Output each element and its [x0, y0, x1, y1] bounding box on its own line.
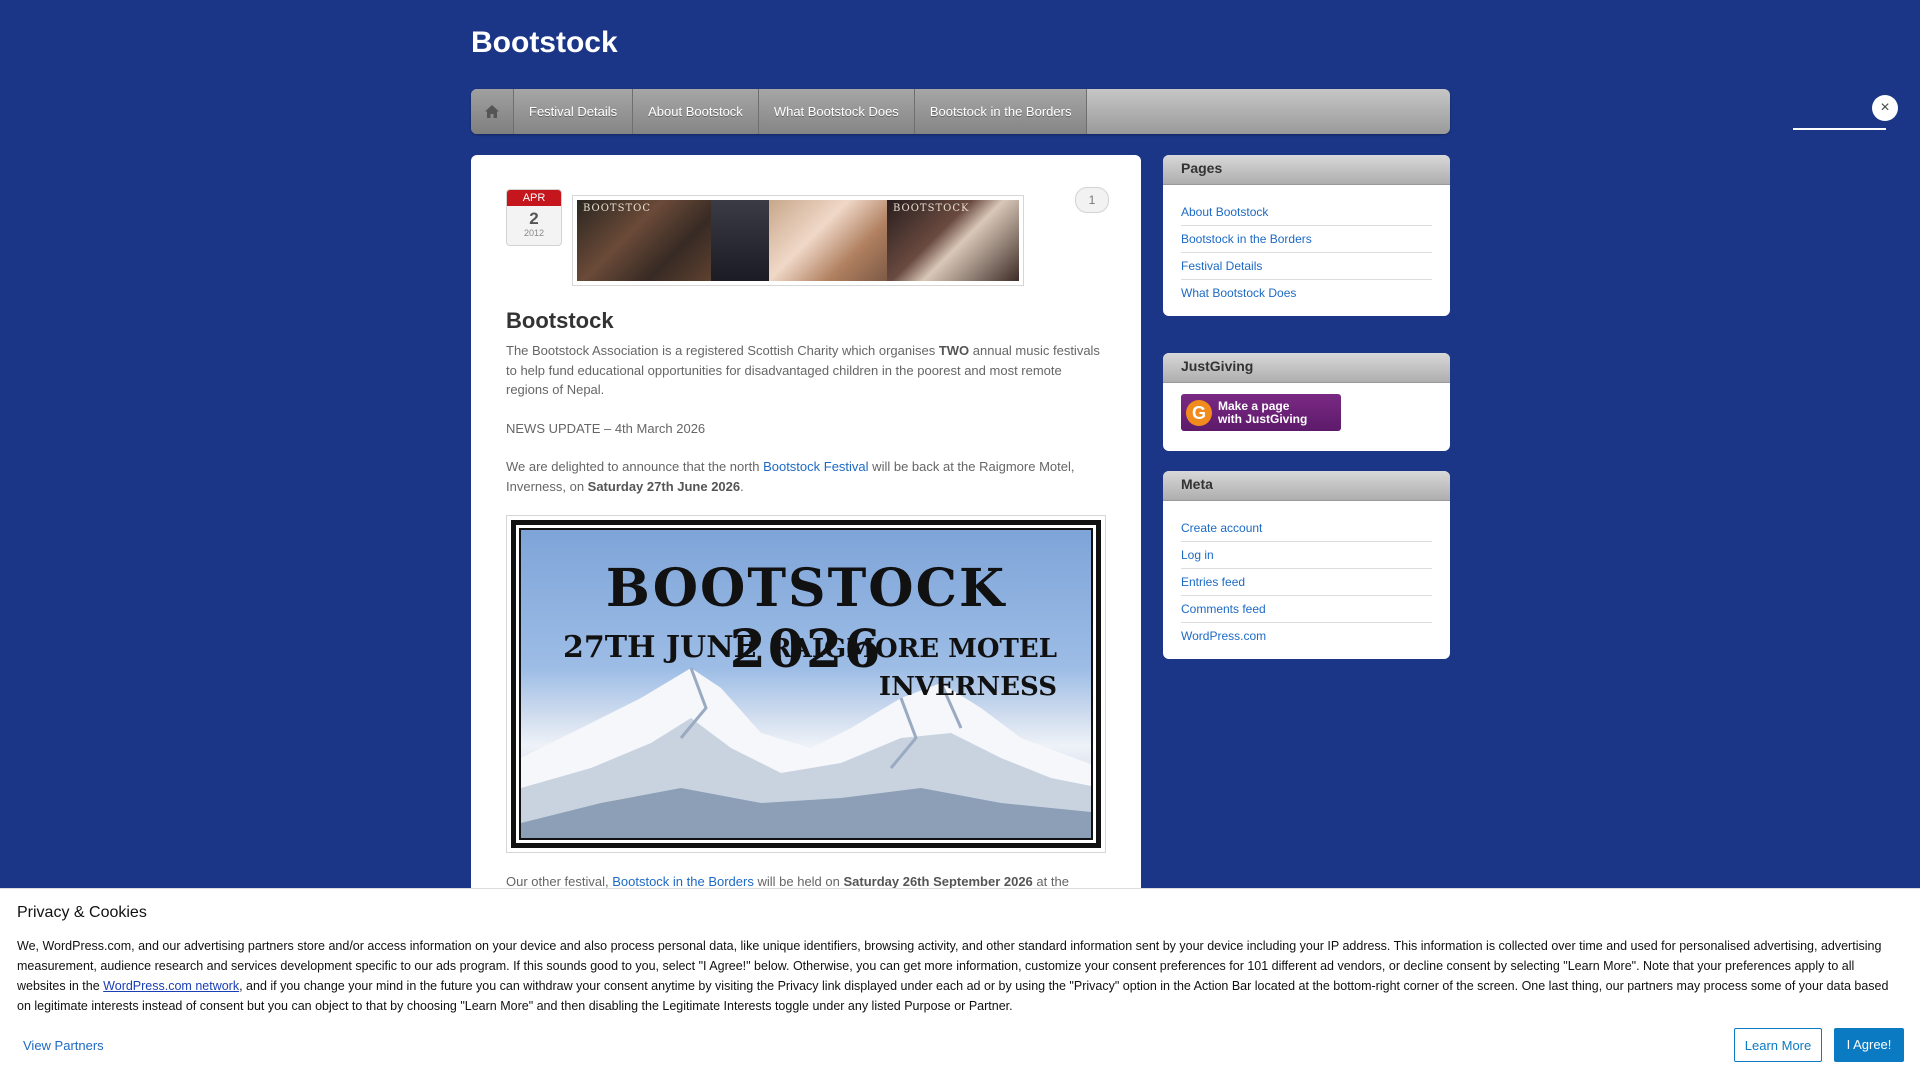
post-content: APR 2 2012 BOOTSTOC BOOTSTOCK 1 Bootstoc… [471, 155, 1141, 915]
wordpress-network-link[interactable]: WordPress.com network [103, 979, 239, 993]
meta-link-create-account[interactable]: Create account [1181, 521, 1262, 535]
poster-date: 27TH JUNE [563, 630, 757, 665]
poster-venue: RAIGMORE MOTEL INVERNESS [770, 630, 1057, 706]
nav-item-about-bootstock[interactable]: About Bootstock [633, 89, 759, 134]
nav-item-what-bootstock-does[interactable]: What Bootstock Does [758, 89, 915, 134]
learn-more-button[interactable]: Learn More [1734, 1028, 1822, 1062]
bootstock-festival-link[interactable]: Bootstock Festival [763, 459, 869, 474]
justgiving-button[interactable]: G Make a page with JustGiving [1181, 394, 1341, 431]
meta-link-comments-feed[interactable]: Comments feed [1181, 602, 1266, 616]
justgiving-label-line: Make a page [1218, 398, 1290, 413]
poster-venue-line: RAIGMORE MOTEL [770, 634, 1057, 664]
paragraph-text: . [740, 478, 744, 494]
news-update: NEWS UPDATE – 4th March 2026 [506, 421, 706, 436]
cookie-text: We, WordPress.com, and our advertising p… [17, 936, 1902, 1016]
meta-widget: Meta Create account Log in Entries feed … [1163, 471, 1450, 659]
nav-item-bootstock-in-the-borders[interactable]: Bootstock in the Borders [914, 89, 1088, 134]
nav-home[interactable] [471, 89, 514, 134]
paragraph-text: We are delighted to announce that the no… [506, 459, 764, 474]
header-banner-image: BOOTSTOC BOOTSTOCK [572, 195, 1024, 286]
nav-item-festival-details[interactable]: Festival Details [514, 89, 634, 134]
widget-title: Meta [1163, 471, 1450, 501]
justgiving-button-label: Make a page with JustGiving [1218, 398, 1308, 426]
i-agree-button[interactable]: I Agree! [1834, 1028, 1904, 1062]
widget-title: Pages [1163, 155, 1450, 185]
meta-link-entries-feed[interactable]: Entries feed [1181, 575, 1245, 589]
justgiving-widget: JustGiving G Make a page with JustGiving [1163, 353, 1450, 451]
date-badge: APR 2 2012 [506, 189, 562, 246]
intro-paragraph: The Bootstock Association is a registere… [506, 341, 1106, 400]
justgiving-label-line: with JustGiving [1218, 411, 1308, 426]
festival-poster: BOOTSTOCK 2026 27TH JUNE RAIGMORE MOTEL … [506, 515, 1106, 853]
banner-photo-band: BOOTSTOC [577, 200, 711, 281]
cookie-consent-banner: Privacy & Cookies We, WordPress.com, and… [0, 888, 1920, 1081]
page-link-festival-details[interactable]: Festival Details [1181, 259, 1262, 273]
north-festival-paragraph: We are delighted to announce that the no… [506, 457, 1106, 496]
meta-link-log-in[interactable]: Log in [1181, 548, 1214, 562]
post-title[interactable]: Bootstock [506, 308, 614, 334]
pages-widget: Pages About Bootstock Bootstock in the B… [1163, 155, 1450, 316]
site-title[interactable]: Bootstock [471, 26, 618, 60]
date-month: APR [507, 190, 561, 206]
meta-link-wordpress-com[interactable]: WordPress.com [1181, 629, 1266, 643]
date-day: 2 [529, 209, 539, 228]
cookie-text-part: , and if you change your mind in the fut… [17, 979, 1889, 1013]
date-year: 2012 [523, 228, 545, 238]
bootstock-in-the-borders-link[interactable]: Bootstock in the Borders [612, 874, 754, 889]
festival-date: Saturday 27th June 2026 [587, 478, 741, 494]
view-partners-link[interactable]: View Partners [23, 1038, 104, 1053]
page-link-what-bootstock-does[interactable]: What Bootstock Does [1181, 286, 1296, 300]
page-link-about-bootstock[interactable]: About Bootstock [1181, 205, 1268, 219]
banner-text: BOOTSTOCK [893, 203, 970, 214]
justgiving-logo-icon: G [1186, 399, 1212, 426]
widget-title: JustGiving [1163, 353, 1450, 383]
banner-photo-child [711, 200, 769, 281]
home-icon [485, 105, 499, 118]
divider [1793, 128, 1886, 130]
banner-photo-performers: BOOTSTOCK [887, 200, 1019, 281]
close-icon[interactable]: × [1872, 95, 1898, 121]
intro-bold: TWO [938, 343, 970, 358]
cookie-title: Privacy & Cookies [17, 904, 147, 921]
main-nav: Festival Details About Bootstock What Bo… [471, 89, 1450, 134]
banner-photo-children [769, 200, 887, 281]
page-link-bootstock-in-the-borders[interactable]: Bootstock in the Borders [1181, 232, 1312, 246]
paragraph-text: at the [1032, 874, 1069, 889]
paragraph-text: will be held on [753, 874, 844, 889]
intro-text: The Bootstock Association is a registere… [506, 343, 939, 358]
comment-count-bubble[interactable]: 1 [1075, 187, 1109, 213]
paragraph-text: Our other festival, [506, 874, 613, 889]
poster-venue-line: INVERNESS [878, 672, 1057, 702]
banner-text: BOOTSTOC [583, 203, 651, 214]
borders-date: Saturday 26th September 2026 [843, 874, 1033, 889]
